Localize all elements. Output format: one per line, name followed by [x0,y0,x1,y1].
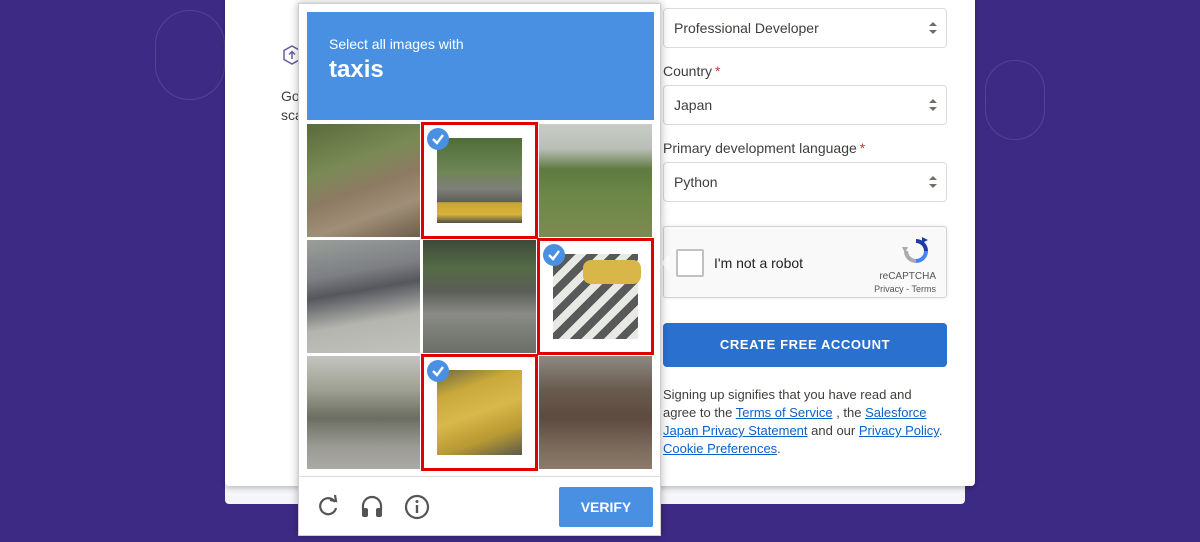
challenge-image-grid [307,122,654,471]
background-cloud-left [155,10,225,100]
captcha-challenge-popup: Select all images with taxis VERIFY [298,3,661,536]
recaptcha-links: Privacy - Terms [874,284,936,294]
challenge-tile[interactable] [539,124,652,237]
challenge-tile[interactable] [421,122,538,239]
challenge-tile[interactable] [421,354,538,471]
tile-image-stairs [539,356,652,469]
tile-image-taxi-crosswalk [553,254,641,339]
challenge-pointer [661,255,669,271]
tile-image-storefront [423,240,536,353]
challenge-tile[interactable] [307,356,420,469]
select-arrows-icon [929,99,937,111]
role-select-value: Professional Developer [674,20,819,36]
recaptcha-checkbox[interactable] [676,249,704,277]
challenge-tile[interactable] [537,238,654,355]
legal-mid1: , the [832,405,866,420]
privacy-policy-link[interactable]: Privacy Policy [859,423,939,438]
select-arrows-icon [929,176,937,188]
recaptcha-widget: I'm not a robot reCAPTCHA Privacy - Term… [663,226,947,298]
select-arrows-icon [929,22,937,34]
challenge-target: taxis [329,56,384,83]
verify-button[interactable]: VERIFY [559,487,653,527]
required-mark: * [859,140,866,156]
legal-text: Signing up signifies that you have read … [663,386,947,458]
country-select[interactable]: Japan [663,85,947,125]
challenge-tile[interactable] [307,124,420,237]
legal-end: . [938,423,943,438]
country-label: Country * [663,63,720,79]
reload-icon[interactable] [315,494,341,520]
recaptcha-brand: reCAPTCHA [879,271,936,282]
recaptcha-logo-icon [900,235,932,267]
recaptcha-links-separator: - [903,284,912,294]
country-label-text: Country [663,63,713,79]
checkmark-icon [543,244,565,266]
recaptcha-privacy-link[interactable]: Privacy [874,284,904,294]
challenge-footer: VERIFY [299,476,660,536]
language-label: Primary development language * [663,140,865,156]
recaptcha-label: I'm not a robot [714,255,804,271]
tile-image-houses [307,356,420,469]
info-icon[interactable] [404,494,430,520]
challenge-tile[interactable] [423,240,536,353]
language-label-text: Primary development language [663,140,857,156]
terms-of-service-link[interactable]: Terms of Service [736,405,833,420]
tile-image-taxi-door [437,370,522,455]
legal-mid2: and our [807,423,859,438]
challenge-tile[interactable] [539,356,652,469]
headphones-icon[interactable] [359,494,385,520]
language-select-value: Python [674,174,718,190]
challenge-tile[interactable] [307,240,420,353]
background-cloud-right [985,60,1045,140]
create-account-button[interactable]: CREATE FREE ACCOUNT [663,323,947,367]
tile-image-taxi-street [437,138,522,223]
legal-cookie-end: . [777,441,781,456]
recaptcha-terms-link[interactable]: Terms [912,284,937,294]
tile-image-overpass [307,124,420,237]
challenge-header: Select all images with taxis [307,12,654,120]
tile-image-motorcycles [307,240,420,353]
checkmark-icon [427,128,449,150]
required-mark: * [715,63,721,79]
cookie-preferences-link[interactable]: Cookie Preferences [663,441,777,456]
language-select[interactable]: Python [663,162,947,202]
country-select-value: Japan [674,97,713,113]
role-select[interactable]: Professional Developer [663,8,947,48]
challenge-instruction: Select all images with [329,36,464,52]
tile-taxi-shape [583,260,641,284]
tile-image-trees-road [539,124,652,237]
checkmark-icon [427,360,449,382]
